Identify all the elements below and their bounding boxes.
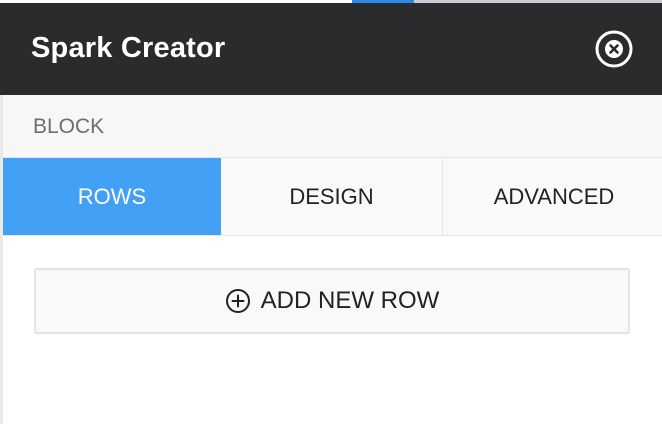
tab-design[interactable]: DESIGN — [221, 158, 443, 235]
panel-header: Spark Creator — [0, 3, 662, 95]
add-new-row-button[interactable]: ADD NEW ROW — [34, 268, 630, 334]
add-new-row-label: ADD NEW ROW — [260, 287, 440, 314]
tab-bar: ROWS DESIGN ADVANCED — [3, 158, 662, 236]
close-button[interactable] — [594, 29, 634, 69]
plus-circle-icon — [225, 288, 251, 314]
panel-title: Spark Creator — [31, 32, 226, 64]
tab-advanced[interactable]: ADVANCED — [443, 158, 662, 235]
spark-creator-panel: Spark Creator BLOCK ROWS DESIGN ADVANCED… — [0, 3, 662, 424]
close-circle-icon — [595, 30, 633, 68]
tab-rows[interactable]: ROWS — [3, 158, 221, 235]
section-bar: BLOCK — [3, 95, 662, 158]
section-label: BLOCK — [33, 115, 105, 138]
